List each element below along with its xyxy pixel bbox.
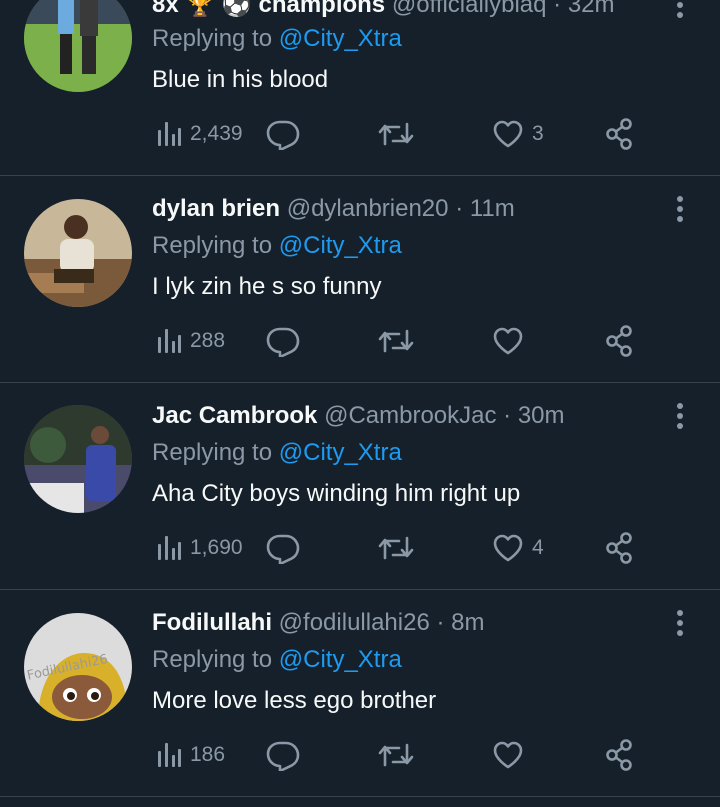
views-button[interactable]: 288	[156, 321, 225, 361]
like-button[interactable]	[492, 735, 532, 775]
like-button[interactable]	[492, 321, 532, 361]
tweet-header: 8x 🏆 ⚽ champions @officiallyblaq · 32m	[152, 0, 615, 19]
likes-count: 3	[532, 122, 544, 145]
tweet[interactable]: Jac Cambrook @CambrookJac · 30m Replying…	[0, 383, 720, 589]
reply-icon	[266, 120, 300, 150]
more-icon[interactable]	[668, 194, 692, 224]
views-count: 288	[190, 329, 226, 352]
views-button[interactable]: 186	[156, 735, 225, 775]
views-count: 1,690	[190, 536, 243, 559]
likes-count: 4	[532, 536, 544, 559]
retweet-icon	[378, 536, 414, 560]
views-button[interactable]: 2,439	[156, 114, 243, 154]
retweet-button[interactable]	[378, 528, 422, 568]
display-name[interactable]: dylan brien	[152, 195, 280, 222]
tweet-text: More love less ego brother	[152, 687, 437, 714]
share-icon	[606, 739, 632, 771]
share-icon	[606, 118, 632, 150]
avatar[interactable]	[24, 405, 132, 513]
avatar[interactable]	[24, 199, 132, 307]
share-button[interactable]	[604, 528, 636, 568]
replying-to: Replying to @City_Xtra	[152, 25, 402, 52]
retweet-icon	[378, 122, 414, 146]
retweet-button[interactable]	[378, 735, 422, 775]
timestamp[interactable]: · 8m	[436, 609, 484, 636]
tweet-text: Blue in his blood	[152, 66, 329, 93]
like-icon	[493, 120, 523, 148]
tweet-text: I lyk zin he s so funny	[152, 273, 382, 300]
share-button[interactable]	[604, 114, 636, 154]
views-icon	[158, 743, 181, 767]
tweet[interactable]: dylan brien @dylanbrien20 · 11m Replying…	[0, 176, 720, 382]
mention-link[interactable]: @City_Xtra	[279, 646, 402, 673]
timestamp[interactable]: · 30m	[503, 402, 564, 429]
avatar[interactable]: Fodilullahi26	[24, 613, 132, 721]
reply-button[interactable]	[266, 321, 308, 361]
mention-link[interactable]: @City_Xtra	[279, 439, 402, 466]
tweet-actions: 1,690 4	[152, 528, 652, 568]
share-button[interactable]	[604, 321, 636, 361]
timestamp[interactable]: · 32m	[553, 0, 614, 18]
views-count: 2,439	[190, 122, 243, 145]
display-name[interactable]: 8x 🏆 ⚽ champions	[152, 0, 385, 18]
retweet-icon	[378, 743, 414, 767]
views-count: 186	[190, 743, 226, 766]
timestamp[interactable]: · 11m	[455, 195, 515, 222]
tweet-header: Fodilullahi @fodilullahi26 · 8m	[152, 609, 484, 637]
more-icon[interactable]	[668, 401, 692, 431]
handle[interactable]: @fodilullahi26	[279, 609, 430, 636]
more-icon[interactable]	[668, 608, 692, 638]
views-icon	[158, 122, 181, 146]
tweet-actions: 186	[152, 735, 652, 775]
handle[interactable]: @dylanbrien20	[287, 195, 449, 222]
retweet-button[interactable]	[378, 321, 422, 361]
mention-link[interactable]: @City_Xtra	[279, 232, 402, 259]
reply-icon	[266, 741, 300, 771]
display-name[interactable]: Fodilullahi	[152, 609, 272, 636]
tweet-text: Aha City boys winding him right up	[152, 480, 521, 507]
tweet[interactable]: Fodilullahi26 Fodilullahi @fodilullahi26…	[0, 590, 720, 796]
replying-to: Replying to @City_Xtra	[152, 439, 402, 466]
reply-icon	[266, 327, 300, 357]
views-button[interactable]: 1,690	[156, 528, 243, 568]
like-icon	[493, 534, 523, 562]
tweet-actions: 2,439 3	[152, 114, 652, 154]
reply-icon	[266, 534, 300, 564]
tweet[interactable]: 8x 🏆 ⚽ champions @officiallyblaq · 32m R…	[0, 0, 720, 176]
reply-button[interactable]	[266, 735, 308, 775]
divider	[0, 796, 720, 797]
share-icon	[606, 325, 632, 357]
views-icon	[158, 536, 181, 560]
retweet-icon	[378, 329, 414, 353]
replying-to: Replying to @City_Xtra	[152, 646, 402, 673]
like-button[interactable]: 3	[492, 114, 544, 154]
display-name[interactable]: Jac Cambrook	[152, 402, 317, 429]
avatar[interactable]	[24, 0, 132, 92]
more-icon[interactable]	[668, 0, 692, 20]
handle[interactable]: @CambrookJac	[324, 402, 496, 429]
like-button[interactable]: 4	[492, 528, 544, 568]
views-icon	[158, 329, 181, 353]
tweet-header: Jac Cambrook @CambrookJac · 30m	[152, 402, 565, 430]
reply-button[interactable]	[266, 528, 308, 568]
like-icon	[493, 327, 523, 355]
tweet-header: dylan brien @dylanbrien20 · 11m	[152, 195, 515, 223]
handle[interactable]: @officiallyblaq	[392, 0, 547, 18]
retweet-button[interactable]	[378, 114, 422, 154]
reply-button[interactable]	[266, 114, 308, 154]
like-icon	[493, 741, 523, 769]
replying-to: Replying to @City_Xtra	[152, 232, 402, 259]
mention-link[interactable]: @City_Xtra	[279, 25, 402, 52]
tweet-actions: 288	[152, 321, 652, 361]
share-icon	[606, 532, 632, 564]
share-button[interactable]	[604, 735, 636, 775]
